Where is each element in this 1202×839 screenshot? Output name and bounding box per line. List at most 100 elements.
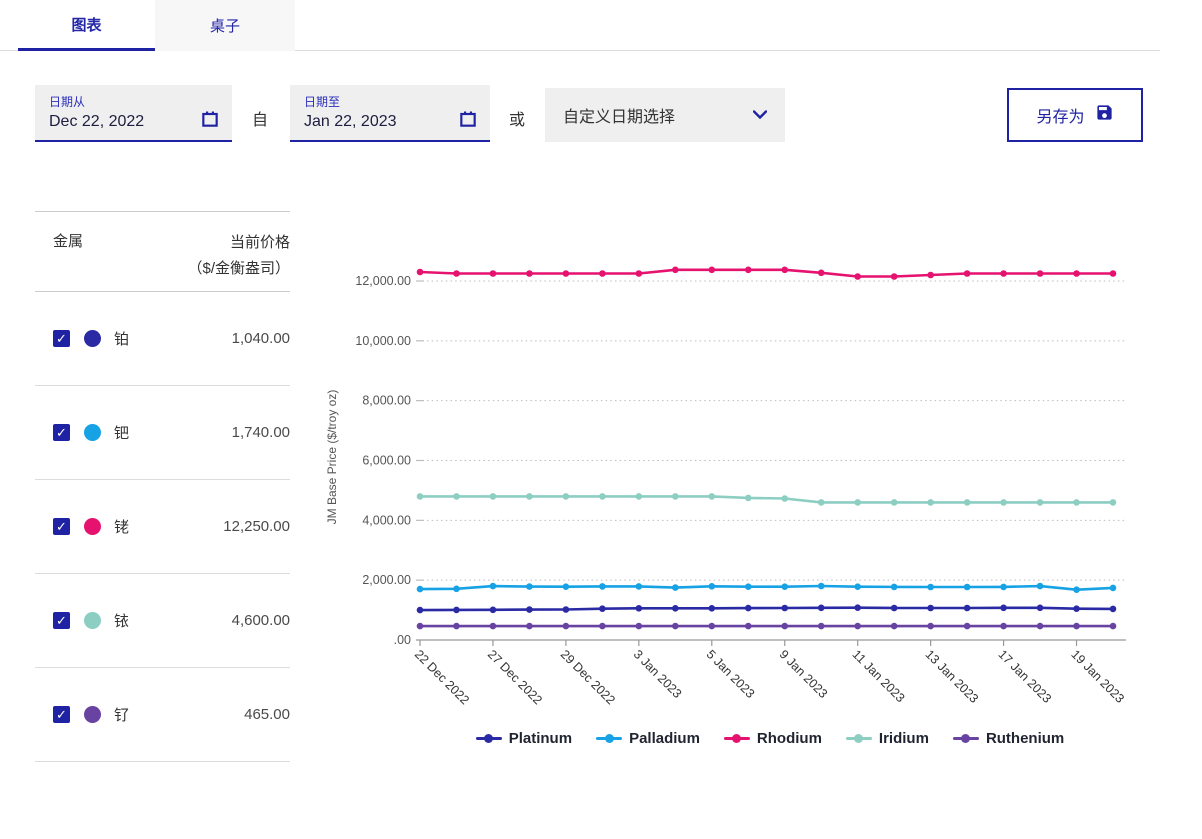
metal-row[interactable]: ✓ 铱 4,600.00	[35, 574, 290, 668]
y-tick-label: .00	[394, 633, 411, 647]
metal-color-dot	[84, 424, 101, 441]
date-from-field[interactable]: 日期从 Dec 22, 2022	[35, 85, 232, 142]
chart-legend: Platinum Palladium Rhodium Iridium Ruthenium	[415, 730, 1125, 747]
price-chart: .002,000.004,000.006,000.008,000.0010,00…	[320, 225, 1160, 747]
metal-row[interactable]: ✓ 铑 12,250.00	[35, 480, 290, 574]
data-point-rhodium	[453, 270, 460, 277]
metal-color-dot	[84, 706, 101, 723]
data-point-iridium	[745, 495, 752, 502]
y-tick-label: 2,000.00	[362, 573, 411, 587]
legend-item-platinum[interactable]: Platinum	[476, 730, 572, 747]
metal-current-price: 4,600.00	[232, 612, 290, 629]
metal-row[interactable]: ✓ 铂 1,040.00	[35, 292, 290, 386]
data-point-ruthenium	[1000, 623, 1007, 630]
metals-panel: 金属 当前价格 （$/金衡盎司） ✓ 铂 1,040.00 ✓ 钯 1,740.…	[35, 211, 290, 762]
data-point-platinum	[1073, 605, 1080, 612]
data-point-palladium	[854, 583, 861, 590]
date-preset-value: 自定义日期选择	[563, 103, 675, 127]
legend-item-palladium[interactable]: Palladium	[596, 730, 700, 747]
tab-chart[interactable]: 图表	[18, 0, 155, 51]
data-point-platinum	[599, 605, 606, 612]
data-point-platinum	[490, 607, 497, 614]
date-preset-dropdown[interactable]: 自定义日期选择	[545, 88, 785, 142]
tab-table[interactable]: 桌子	[155, 0, 295, 51]
data-point-platinum	[453, 607, 460, 614]
calendar-icon[interactable]	[200, 109, 220, 134]
series-line-palladium	[420, 586, 1113, 590]
data-point-iridium	[453, 493, 460, 500]
legend-marker-icon	[846, 734, 872, 743]
data-point-iridium	[964, 499, 971, 506]
data-point-rhodium	[745, 267, 752, 274]
data-point-palladium	[526, 583, 533, 590]
x-tick-label: 3 Jan 2023	[631, 647, 685, 701]
data-point-palladium	[1110, 585, 1117, 592]
date-to-label: 日期至	[304, 93, 478, 110]
data-point-rhodium	[1000, 270, 1007, 277]
data-point-rhodium	[854, 273, 861, 280]
data-point-palladium	[708, 583, 715, 590]
y-tick-label: 8,000.00	[362, 394, 411, 408]
data-point-ruthenium	[1110, 623, 1117, 630]
x-tick-label: 27 Dec 2022	[485, 647, 545, 707]
data-point-iridium	[708, 493, 715, 500]
metal-checkbox[interactable]: ✓	[53, 706, 70, 723]
data-point-platinum	[563, 606, 570, 613]
legend-marker-icon	[724, 734, 750, 743]
metal-row[interactable]: ✓ 钌 465.00	[35, 668, 290, 762]
metal-row[interactable]: ✓ 钯 1,740.00	[35, 386, 290, 480]
data-point-ruthenium	[490, 623, 497, 630]
data-point-palladium	[964, 584, 971, 591]
data-point-platinum	[745, 605, 752, 612]
metal-checkbox[interactable]: ✓	[53, 612, 70, 629]
x-tick-label: 22 Dec 2022	[412, 647, 472, 707]
y-tick-label: 10,000.00	[355, 334, 411, 348]
data-point-rhodium	[818, 270, 825, 277]
metal-checkbox[interactable]: ✓	[53, 424, 70, 441]
data-point-iridium	[1037, 499, 1044, 506]
data-point-palladium	[927, 584, 934, 591]
save-as-button[interactable]: 另存为	[1007, 88, 1143, 142]
metal-color-dot	[84, 330, 101, 347]
metal-name: 铱	[114, 610, 129, 631]
data-point-ruthenium	[964, 623, 971, 630]
metal-checkbox[interactable]: ✓	[53, 518, 70, 535]
data-point-rhodium	[526, 270, 533, 277]
data-point-ruthenium	[781, 623, 788, 630]
data-point-platinum	[781, 605, 788, 612]
data-point-platinum	[417, 607, 424, 614]
legend-item-iridium[interactable]: Iridium	[846, 730, 929, 747]
data-point-platinum	[526, 606, 533, 613]
date-to-field[interactable]: 日期至 Jan 22, 2023	[290, 85, 490, 142]
metal-rows: ✓ 铂 1,040.00 ✓ 钯 1,740.00 ✓ 铑 12,250.00 …	[35, 292, 290, 762]
legend-label: Platinum	[509, 730, 572, 747]
data-point-platinum	[672, 605, 679, 612]
legend-item-rhodium[interactable]: Rhodium	[724, 730, 822, 747]
data-point-palladium	[490, 583, 497, 590]
metal-name: 铑	[114, 516, 129, 537]
calendar-icon[interactable]	[458, 109, 478, 134]
legend-label: Iridium	[879, 730, 929, 747]
metal-current-price: 465.00	[244, 706, 290, 723]
data-point-rhodium	[781, 267, 788, 274]
y-tick-label: 6,000.00	[362, 454, 411, 468]
date-to-value: Jan 22, 2023	[304, 113, 478, 131]
data-point-iridium	[891, 499, 898, 506]
data-point-iridium	[818, 499, 825, 506]
data-point-ruthenium	[1037, 623, 1044, 630]
data-point-iridium	[490, 493, 497, 500]
legend-item-ruthenium[interactable]: Ruthenium	[953, 730, 1064, 747]
legend-label: Palladium	[629, 730, 700, 747]
metal-checkbox[interactable]: ✓	[53, 330, 70, 347]
data-point-ruthenium	[854, 623, 861, 630]
data-point-iridium	[1000, 499, 1007, 506]
data-point-palladium	[745, 583, 752, 590]
data-point-rhodium	[672, 267, 679, 274]
metal-name: 铂	[114, 328, 129, 349]
data-point-platinum	[636, 605, 643, 612]
metal-color-dot	[84, 612, 101, 629]
line-chart-canvas[interactable]: .002,000.004,000.006,000.008,000.0010,00…	[320, 225, 1160, 727]
data-point-ruthenium	[599, 623, 606, 630]
data-point-rhodium	[891, 273, 898, 280]
data-point-iridium	[672, 493, 679, 500]
